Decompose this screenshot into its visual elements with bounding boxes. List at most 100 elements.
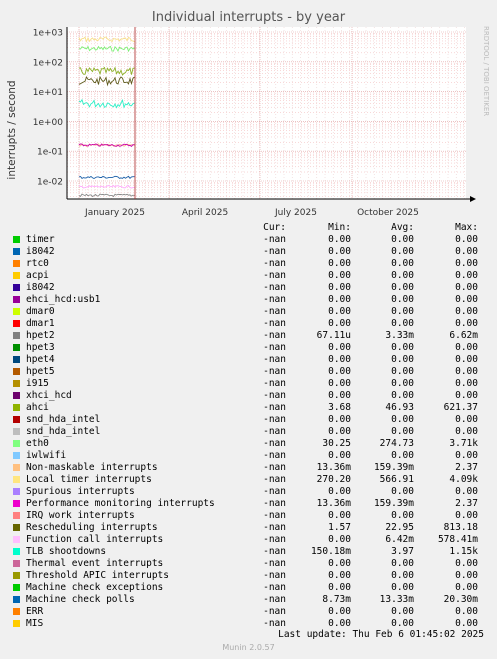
legend-row: Machine check polls -nan 8.73m 13.33m 20.30m: [0, 594, 497, 606]
legend-avg-value: 566.91: [379, 474, 414, 485]
legend-cur-value: -nan: [263, 546, 286, 557]
legend-row: hpet4 -nan 0.00 0.00 0.00: [0, 354, 497, 366]
legend-row: snd_hda_intel -nan 0.00 0.00 0.00: [0, 414, 497, 426]
legend-cur-value: -nan: [263, 486, 286, 497]
legend-swatch: [13, 512, 20, 519]
legend-row: ERR -nan 0.00 0.00 0.00: [0, 606, 497, 618]
legend-cur-value: -nan: [263, 330, 286, 341]
legend-row: dmar0 -nan 0.00 0.00 0.00: [0, 306, 497, 318]
legend-avg-value: 0.00: [391, 366, 414, 377]
legend-series-name: snd_hda_intel: [26, 414, 101, 425]
legend-avg-value: 0.00: [391, 390, 414, 401]
legend-cur-value: -nan: [263, 510, 286, 521]
y-tick-label: 1e+03: [33, 29, 63, 39]
legend-avg-value: 0.00: [391, 582, 414, 593]
legend-series-name: Machine check polls: [26, 594, 135, 605]
legend-avg-value: 6.42m: [385, 534, 414, 545]
legend-max-value: 0.00: [455, 582, 478, 593]
legend-min-value: 0.00: [328, 234, 351, 245]
legend-swatch: [13, 332, 20, 339]
legend-series-name: i915: [26, 378, 49, 389]
legend-cur-value: -nan: [263, 462, 286, 473]
legend-max-value: 0.00: [455, 234, 478, 245]
legend-cur-value: -nan: [263, 498, 286, 509]
legend-series-name: Spurious interrupts: [26, 486, 135, 497]
legend-cur-value: -nan: [263, 390, 286, 401]
legend-max-value: 578.41m: [437, 534, 478, 545]
legend-swatch: [13, 272, 20, 279]
legend-min-value: 3.68: [328, 402, 351, 413]
last-update: Last update: Thu Feb 6 01:45:02 2025: [278, 629, 484, 640]
legend-avg-value: 0.00: [391, 606, 414, 617]
legend-max-value: 0.00: [455, 342, 478, 353]
legend-series-name: ehci_hcd:usb1: [26, 294, 101, 305]
legend-min-value: 0.00: [328, 534, 351, 545]
legend-min-value: 0.00: [328, 294, 351, 305]
legend-swatch: [13, 572, 20, 579]
legend-swatch: [13, 584, 20, 591]
legend-max-value: 0.00: [455, 258, 478, 269]
legend-max-value: 0.00: [455, 558, 478, 569]
legend-row: rtc0 -nan 0.00 0.00 0.00: [0, 258, 497, 270]
y-tick-label: 1e+01: [33, 88, 63, 98]
legend-min-value: 0.00: [328, 318, 351, 329]
legend-max-value: 0.00: [455, 318, 478, 329]
legend-avg-value: 0.00: [391, 258, 414, 269]
legend-row: acpi -nan 0.00 0.00 0.00: [0, 270, 497, 282]
legend-min-value: 67.11u: [316, 330, 351, 341]
legend-series-name: Non-maskable interrupts: [26, 462, 158, 473]
legend-series-name: MIS: [26, 618, 44, 629]
legend-max-value: 2.37: [455, 498, 478, 509]
legend-swatch: [13, 428, 20, 435]
legend-swatch: [13, 608, 20, 615]
legend-row: Rescheduling interrupts -nan 1.57 22.95 813.…: [0, 522, 497, 534]
legend-series-name: iwlwifi: [26, 450, 67, 461]
legend-cur-value: -nan: [263, 270, 286, 281]
legend-swatch: [13, 524, 20, 531]
legend-row: hpet3 -nan 0.00 0.00 0.00: [0, 342, 497, 354]
legend-cur-value: -nan: [263, 474, 286, 485]
legend-min-value: 0.00: [328, 342, 351, 353]
legend-cur-value: -nan: [263, 414, 286, 425]
legend-cur-value: -nan: [263, 522, 286, 533]
legend-swatch: [13, 500, 20, 507]
legend-cur-value: -nan: [263, 606, 286, 617]
legend-swatch: [13, 404, 20, 411]
legend-series-name: Local timer interrupts: [26, 474, 152, 485]
legend-avg-value: 0.00: [391, 318, 414, 329]
legend-max-value: 813.18: [443, 522, 478, 533]
legend-min-value: 0.00: [328, 258, 351, 269]
legend-max-value: 1.15k: [449, 546, 478, 557]
legend-series-name: ERR: [26, 606, 44, 617]
legend-cur-value: -nan: [263, 234, 286, 245]
legend-min-value: 0.00: [328, 486, 351, 497]
legend-row: hpet2 -nan 67.11u 3.33m 6.62m: [0, 330, 497, 342]
legend-series-name: hpet4: [26, 354, 55, 365]
legend-series-name: TLB shootdowns: [26, 546, 107, 557]
legend-header-max: Max:: [455, 222, 478, 233]
legend-max-value: 2.37: [455, 462, 478, 473]
legend-max-value: 0.00: [455, 486, 478, 497]
legend-row: Machine check exceptions -nan 0.00 0.00 0.00: [0, 582, 497, 594]
y-tick-label: 1e-02: [37, 178, 63, 188]
legend-row: hpet5 -nan 0.00 0.00 0.00: [0, 366, 497, 378]
legend-cur-value: -nan: [263, 594, 286, 605]
legend-min-value: 30.25: [322, 438, 351, 449]
legend-swatch: [13, 368, 20, 375]
legend-series-name: Thermal event interrupts: [26, 558, 164, 569]
legend-avg-value: 13.33m: [379, 594, 414, 605]
legend-cur-value: -nan: [263, 618, 286, 629]
legend-avg-value: 0.00: [391, 450, 414, 461]
y-tick-label: 1e+02: [33, 58, 63, 68]
legend-max-value: 0.00: [455, 294, 478, 305]
legend-row: snd_hda_intel -nan 0.00 0.00 0.00: [0, 426, 497, 438]
legend-swatch: [13, 356, 20, 363]
legend-cur-value: -nan: [263, 366, 286, 377]
legend-avg-value: 159.39m: [373, 498, 414, 509]
legend-avg-value: 0.00: [391, 558, 414, 569]
legend-swatch: [13, 560, 20, 567]
legend-max-value: 0.00: [455, 426, 478, 437]
legend-swatch: [13, 548, 20, 555]
legend-avg-value: 0.00: [391, 246, 414, 257]
legend-max-value: 0.00: [455, 390, 478, 401]
